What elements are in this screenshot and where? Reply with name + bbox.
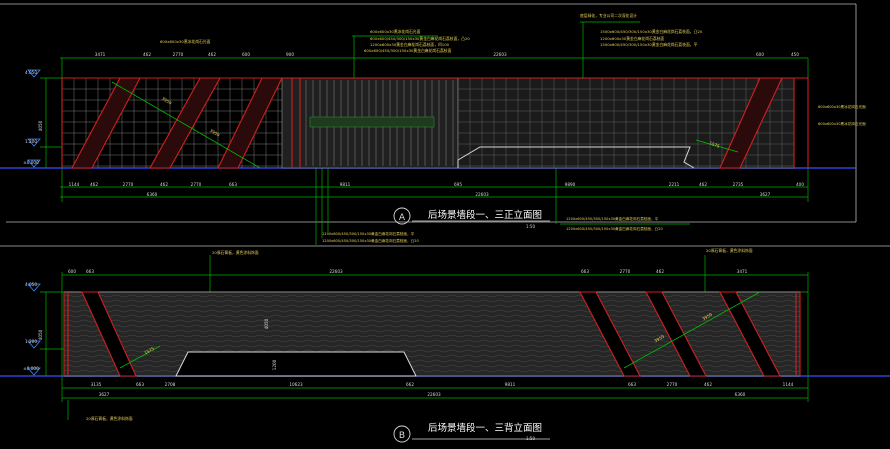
bottom-dim: 462 <box>699 182 707 187</box>
wall-height-dim: 4050 <box>264 318 269 329</box>
bottom-dim: 1144 <box>783 382 794 387</box>
bottom-total-dim: 22603 <box>475 192 489 197</box>
bottom-total-dim: 3627 <box>760 192 771 197</box>
top-dim: 3471 <box>95 52 106 57</box>
bottom-dim: 663 <box>136 382 144 387</box>
height-dim: 4050 <box>38 329 43 340</box>
bottom-dim: 2770 <box>191 182 202 187</box>
height-dim: 4050 <box>38 120 43 131</box>
top-dim: 462 <box>208 52 216 57</box>
title-marker-a-letter: A <box>399 213 406 223</box>
bottom-dim: 2708 <box>165 382 176 387</box>
title-b: 后场景墙段一、三背立面图 <box>428 422 542 434</box>
material-note: 600x600x30黑冰花岗石光面 <box>370 29 421 34</box>
cad-drawing: 4.050 1.200 ±0.000 4050 3471 462 2770 462 600 900… <box>0 3 890 443</box>
bottom-dim: 2770 <box>667 382 678 387</box>
bottom-dim: 400 <box>796 182 804 187</box>
material-note: 600x600/450/300/150x30黄金白麻花岗石荔枝面，凸20 <box>370 36 470 41</box>
top-dim: 600 <box>68 269 76 274</box>
top-dim: 3471 <box>737 269 748 274</box>
level-label: 4.050 <box>25 70 37 75</box>
bottom-dim: 10623 <box>289 382 303 387</box>
top-dim: 2770 <box>620 269 631 274</box>
level-label: ±0.000 <box>23 366 39 371</box>
material-note: 600x600/450/300/150x30黄金白麻花岗石荔枝面 <box>364 48 452 53</box>
material-note: 20厚石膏板，黄色涂料饰面 <box>706 248 753 253</box>
elevation-b <box>0 255 890 420</box>
bottom-total-dim: 3627 <box>99 392 110 397</box>
material-note-bottom: 1200x600/450/300/150x30黄金白麻花岗石荔枝面，凸20 <box>566 226 663 231</box>
bottom-dim: 9890 <box>565 182 576 187</box>
material-note-bottom: 1200x600/450/300/150x30黄金白麻花岗石荔枝面，平 <box>322 231 415 236</box>
top-dim: 2770 <box>173 52 184 57</box>
top-dim: 663 <box>581 269 589 274</box>
material-note-left: 600x600x30黑冰花岗石光面 <box>160 39 211 44</box>
title-a: 后场景墙段一、三正立面图 <box>428 209 542 221</box>
level-label: 1.200 <box>25 339 37 344</box>
top-dim: 22603 <box>329 269 343 274</box>
material-note: 1500x600/450/300/150x30黄金白麻花岗石荔枝面，平 <box>600 42 698 47</box>
bottom-total-dim: 6360 <box>147 192 158 197</box>
material-note: 20厚石膏板，黄色涂料饰面 <box>212 250 259 255</box>
bottom-dim: 9811 <box>505 382 516 387</box>
top-dim: 600 <box>756 52 764 57</box>
wall-b-notch <box>175 351 417 377</box>
scale-a: 1:50 <box>526 224 535 229</box>
material-note-bottom: 1200x600/450/300/150x30黄金白麻花岗石荔枝面，平 <box>566 216 659 221</box>
title-marker-b: B 后场景墙段一、三背立面图 1:50 <box>393 422 550 443</box>
bottom-total-dim: 6360 <box>735 392 746 397</box>
level-label: 4.050 <box>25 282 37 287</box>
bottom-dim: 662 <box>406 382 414 387</box>
material-note: 1200x600x30黄金白麻花岗石荔枝面 <box>600 36 664 41</box>
material-note-bottom: 1200x600/450/300/150x30黄金白麻花岗石荔枝面，凸20 <box>322 238 419 243</box>
top-dim: 462 <box>656 269 664 274</box>
level-label: ±0.000 <box>23 160 39 165</box>
material-note: 20厚石膏板，黄色涂料饰面 <box>86 416 133 421</box>
bottom-dim: 3135 <box>91 382 102 387</box>
bottom-total-dim: 22603 <box>427 392 441 397</box>
bottom-dim: 2735 <box>733 182 744 187</box>
bottom-dim: 462 <box>160 182 168 187</box>
mid-dim: 1200 <box>272 359 277 370</box>
material-note-right: 600x600x30黑冰花岗石光面 <box>818 104 866 109</box>
bottom-dim: 663 <box>628 382 636 387</box>
bottom-dim: 695 <box>454 182 462 187</box>
title-marker-b-letter: B <box>399 431 405 441</box>
wall-a-green-band <box>309 116 435 128</box>
bottom-dim: 2211 <box>669 182 680 187</box>
level-markers-a <box>27 69 41 168</box>
bottom-dim: 462 <box>704 382 712 387</box>
diag-dim: 3959 <box>209 128 221 138</box>
top-dim: 663 <box>86 269 94 274</box>
level-label: 1.200 <box>25 139 37 144</box>
material-note: 底层绿化，专业公司二次深化设计 <box>580 13 637 18</box>
level-markers-b <box>27 283 41 376</box>
scale-b: 1:50 <box>526 436 535 441</box>
bottom-dim: 1144 <box>69 182 80 187</box>
bottom-dim: 462 <box>90 182 98 187</box>
top-dim: 462 <box>143 52 151 57</box>
top-dim: 900 <box>286 52 294 57</box>
bottom-dim: 9811 <box>340 182 351 187</box>
top-dim: 450 <box>791 52 799 57</box>
material-note: 1200x600x30黄金白麻花岗石荔枝面，凹100 <box>370 42 450 47</box>
bottom-dim: 663 <box>229 182 237 187</box>
material-note: 1500x600/450/300/150x30黄金白麻花岗石荔枝面，凸20 <box>600 29 703 34</box>
top-dim: 600 <box>242 52 250 57</box>
title-marker-a: A 后场景墙段一、三正立面图 1:50 <box>393 207 550 229</box>
material-note-right: 600x600x30黑冰花岗石光面 <box>818 121 866 126</box>
diag-dim: 3959 <box>161 96 173 106</box>
top-dim: 22603 <box>493 52 507 57</box>
bottom-dim: 2770 <box>123 182 134 187</box>
